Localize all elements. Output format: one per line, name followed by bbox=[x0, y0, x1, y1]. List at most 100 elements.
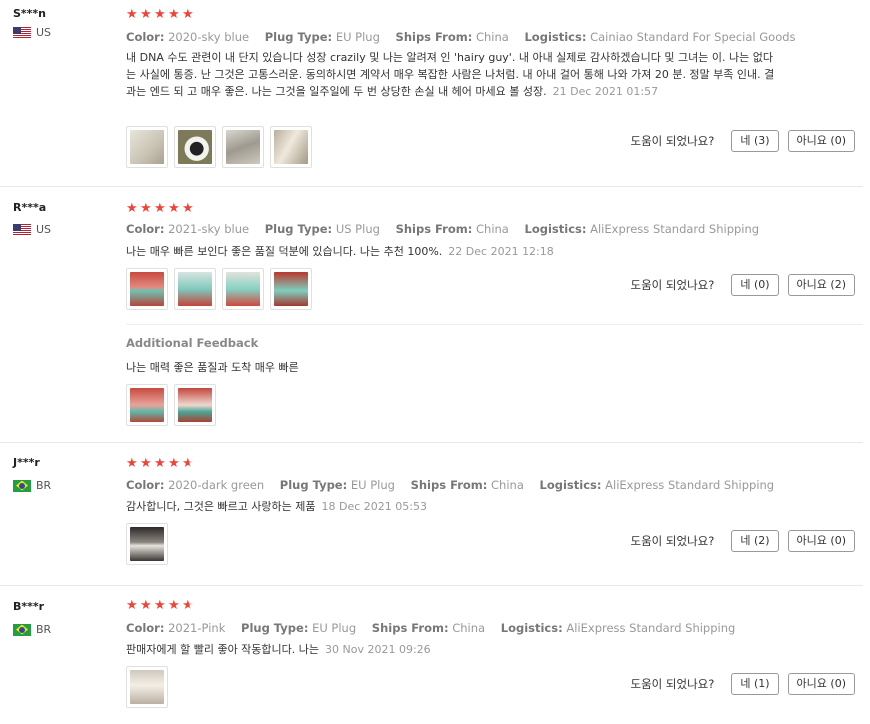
helpful-yes-button[interactable]: 네 (1) bbox=[731, 673, 779, 695]
helpful-vote: 도움이 되었나요? 네 (3) 아니요 (0) bbox=[631, 130, 855, 152]
review-item: S***n US ★ ★ ★ ★ ★ Color: 2020-sky blue Plug… bbox=[0, 0, 863, 187]
review-body: 판매자에게 할 빨리 좋아 작동합니다. 나는 bbox=[126, 643, 320, 656]
logistics-value: AliExpress Standard Shipping bbox=[590, 222, 760, 236]
plug-type-value: US Plug bbox=[335, 222, 380, 236]
reviewer-name: R***a bbox=[13, 201, 47, 214]
country-code: BR bbox=[36, 479, 52, 492]
review-photo-thumbnail[interactable] bbox=[270, 126, 312, 168]
star-icon: ★ bbox=[168, 456, 180, 471]
reviewer-country: BR bbox=[13, 623, 51, 636]
review-text: 내 DNA 수도 관련이 내 단지 있습니다 성장 crazily 및 나는 알… bbox=[126, 49, 776, 100]
helpful-no-button[interactable]: 아니요 (0) bbox=[787, 130, 855, 152]
plug-type-label: Plug Type: bbox=[264, 30, 333, 44]
review-item: R***a US ★ ★ ★ ★ ★ Color: 2021-sky blue Plug… bbox=[0, 187, 863, 443]
reviewer-country: US bbox=[13, 26, 51, 39]
helpful-no-button[interactable]: 아니요 (2) bbox=[787, 274, 855, 296]
logistics-label: Logistics: bbox=[524, 222, 587, 236]
star-icon: ★ bbox=[154, 201, 166, 216]
helpful-yes-button[interactable]: 네 (2) bbox=[731, 530, 779, 552]
star-rating: ★ ★ ★ ★ ★ bbox=[126, 201, 196, 217]
star-icon: ★ bbox=[126, 456, 138, 471]
review-body: 나는 매우 빠른 보인다 좋은 품질 덕분에 있습니다. 나는 추천 100%. bbox=[126, 245, 443, 258]
helpful-vote: 도움이 되었나요? 네 (1) 아니요 (0) bbox=[631, 673, 855, 695]
star-icon: ★ bbox=[154, 456, 166, 471]
helpful-no-button[interactable]: 아니요 (0) bbox=[787, 530, 855, 552]
star-icon: ★ bbox=[140, 201, 152, 216]
review-photo-thumbnail[interactable] bbox=[174, 384, 216, 426]
review-photo-thumbnail[interactable] bbox=[222, 268, 264, 310]
star-rating: ★ ★ ★ ★ ★ bbox=[126, 7, 196, 23]
review-photo-thumbnail[interactable] bbox=[174, 268, 216, 310]
plug-type-label: Plug Type: bbox=[241, 621, 309, 635]
helpful-question: 도움이 되었나요? bbox=[630, 534, 715, 548]
review-photos bbox=[126, 268, 312, 310]
reviewer-country: US bbox=[13, 223, 51, 236]
helpful-yes-button[interactable]: 네 (3) bbox=[731, 130, 779, 152]
review-photo-thumbnail[interactable] bbox=[126, 666, 168, 708]
review-date: 18 Dec 2021 05:53 bbox=[321, 500, 427, 513]
ships-from-value: China bbox=[476, 222, 509, 236]
helpful-yes-button[interactable]: 네 (0) bbox=[731, 274, 779, 296]
review-text: 판매자에게 할 빨리 좋아 작동합니다. 나는 30 Nov 2021 09:26 bbox=[126, 641, 776, 658]
sku-attributes: Color: 2020-sky blue Plug Type: EU Plug … bbox=[126, 30, 808, 44]
us-flag-icon bbox=[13, 223, 31, 236]
half-star-icon: ★ bbox=[182, 598, 196, 614]
review-body: 내 DNA 수도 관련이 내 단지 있습니다 성장 crazily 및 나는 알… bbox=[126, 51, 775, 98]
half-star-icon: ★ bbox=[182, 456, 196, 472]
sku-attributes: Color: 2020-dark green Plug Type: EU Plu… bbox=[126, 478, 786, 492]
color-value: 2020-sky blue bbox=[168, 30, 250, 44]
color-label: Color: bbox=[126, 30, 165, 44]
plug-type-value: EU Plug bbox=[350, 478, 395, 492]
review-body: 감사합니다, 그것은 빠르고 사랑하는 제품 bbox=[126, 500, 316, 513]
helpful-question: 도움이 되었나요? bbox=[630, 677, 715, 691]
star-icon: ★ bbox=[168, 7, 180, 22]
star-icon: ★ bbox=[168, 598, 180, 613]
review-photo-thumbnail[interactable] bbox=[126, 126, 168, 168]
star-icon: ★ bbox=[182, 7, 194, 22]
logistics-value: AliExpress Standard Shipping bbox=[566, 621, 736, 635]
review-photo-thumbnail[interactable] bbox=[126, 268, 168, 310]
additional-feedback-text: 나는 매력 좋은 품질과 도착 매우 빠른 bbox=[126, 361, 299, 374]
color-value: 2021-Pink bbox=[168, 621, 226, 635]
review-date: 22 Dec 2021 12:18 bbox=[448, 245, 554, 258]
color-label: Color: bbox=[126, 222, 165, 236]
star-icon: ★ bbox=[154, 598, 166, 613]
star-icon: ★ bbox=[140, 598, 152, 613]
ships-from-value: China bbox=[491, 478, 524, 492]
us-flag-icon bbox=[13, 26, 31, 39]
star-rating: ★ ★ ★ ★ ★ bbox=[126, 456, 196, 472]
review-date: 30 Nov 2021 09:26 bbox=[325, 643, 431, 656]
review-text: 감사합니다, 그것은 빠르고 사랑하는 제품 18 Dec 2021 05:53 bbox=[126, 498, 776, 515]
plug-type-label: Plug Type: bbox=[279, 478, 348, 492]
color-value: 2020-dark green bbox=[168, 478, 265, 492]
logistics-value: Cainiao Standard For Special Goods bbox=[590, 30, 796, 44]
star-icon: ★ bbox=[154, 7, 166, 22]
br-flag-icon bbox=[13, 623, 31, 636]
review-date: 21 Dec 2021 01:57 bbox=[552, 85, 659, 98]
reviewer-country: BR bbox=[13, 479, 51, 492]
plug-type-label: Plug Type: bbox=[264, 222, 333, 236]
country-code: BR bbox=[36, 623, 52, 636]
star-icon: ★ bbox=[140, 456, 152, 471]
review-photo-thumbnail[interactable] bbox=[222, 126, 264, 168]
logistics-value: AliExpress Standard Shipping bbox=[605, 478, 775, 492]
review-photo-thumbnail[interactable] bbox=[126, 523, 168, 565]
helpful-question: 도움이 되었나요? bbox=[630, 278, 715, 292]
reviewer-name: S***n bbox=[13, 7, 47, 20]
review-photo-thumbnail[interactable] bbox=[126, 384, 168, 426]
ships-from-label: Ships From: bbox=[395, 222, 473, 236]
divider bbox=[126, 324, 863, 325]
color-label: Color: bbox=[126, 478, 165, 492]
star-icon: ★ bbox=[168, 201, 180, 216]
star-icon: ★ bbox=[182, 201, 194, 216]
helpful-no-button[interactable]: 아니요 (0) bbox=[787, 673, 855, 695]
reviewer-name: B***r bbox=[13, 600, 45, 613]
ships-from-label: Ships From: bbox=[410, 478, 488, 492]
ships-from-label: Ships From: bbox=[371, 621, 449, 635]
color-label: Color: bbox=[126, 621, 165, 635]
review-photo-thumbnail[interactable] bbox=[174, 126, 216, 168]
review-photo-thumbnail[interactable] bbox=[270, 268, 312, 310]
review-item: J***r BR ★ ★ ★ ★ ★ Color: 2020-dark green Pl… bbox=[0, 443, 863, 586]
reviewer-name: J***r bbox=[13, 456, 40, 469]
review-photos bbox=[126, 666, 168, 708]
